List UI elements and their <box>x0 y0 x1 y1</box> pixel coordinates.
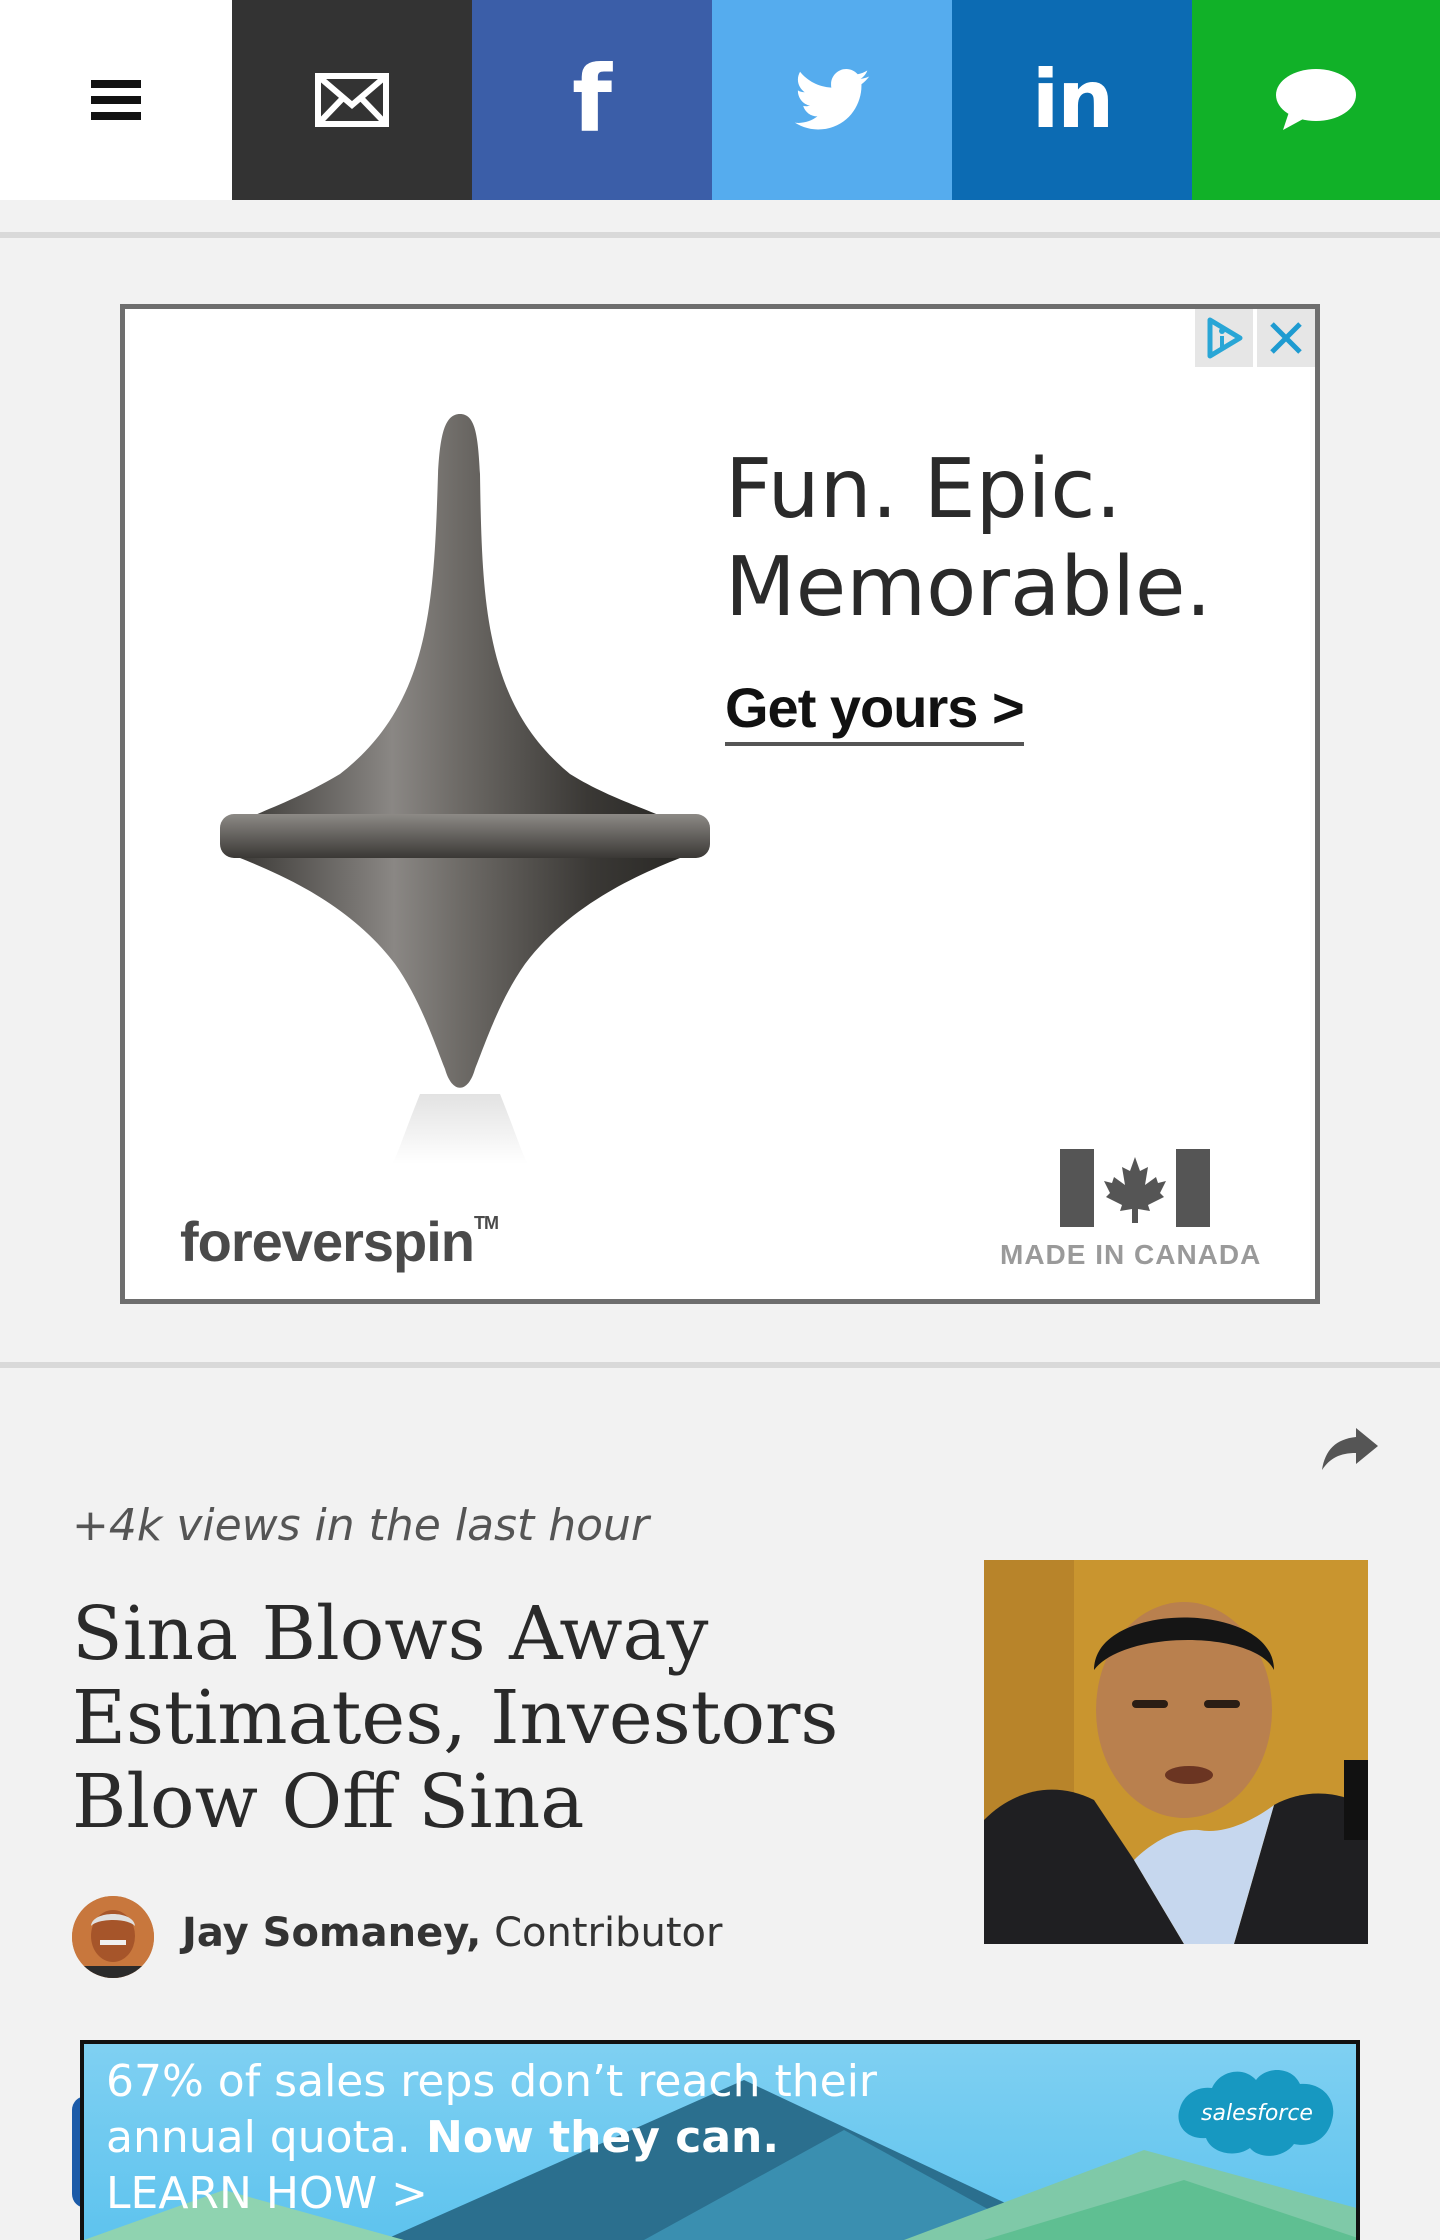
made-in-canada-label: MADE IN CANADA <box>1000 1239 1262 1270</box>
ad-cta-link[interactable]: Get yours > <box>725 675 1025 746</box>
bottom-ad-line1: 67% of sales reps don’t reach their <box>106 2056 878 2107</box>
byline: Jay Somaney, Contributor <box>182 1910 722 1956</box>
ad-headline-line1: Fun. Epic. <box>725 442 1122 537</box>
views-count: +4k views in the last hour <box>72 1500 649 1551</box>
salesforce-ad[interactable]: 67% of sales reps don’t reach their annu… <box>80 2040 1360 2240</box>
share-email-button[interactable] <box>232 0 472 200</box>
divider <box>0 1362 1440 1368</box>
ad-brand-text: foreverspin <box>180 1210 475 1273</box>
adchoices-icon <box>1207 317 1243 359</box>
speech-bubble-icon <box>1276 69 1356 130</box>
share-arrow-icon[interactable] <box>1320 1424 1380 1474</box>
bottom-ad-line2b: Now they can. <box>410 2112 780 2163</box>
canada-flag-icon <box>1060 1149 1210 1227</box>
bottom-ad-line2a: annual quota. <box>106 2112 411 2163</box>
article-headline[interactable]: Sina Blows Away Estimates, Investors Blo… <box>72 1592 872 1844</box>
salesforce-logo: salesforce <box>1178 2069 1334 2156</box>
facebook-icon: f <box>571 46 613 153</box>
author-photo <box>72 1896 154 1978</box>
hamburger-icon <box>91 80 141 120</box>
envelope-icon <box>315 73 389 127</box>
ad-headline: Fun. Epic. Memorable. <box>725 441 1285 637</box>
twitter-bird-icon <box>794 69 870 130</box>
spinning-top-image <box>220 414 710 1164</box>
share-linkedin-button[interactable]: in <box>952 0 1192 200</box>
close-icon <box>1270 322 1302 354</box>
ad-brand-tm: TM <box>474 1213 499 1233</box>
author-name[interactable]: Jay Somaney, <box>182 1910 481 1956</box>
bottom-ad-copy: 67% of sales reps don’t reach their annu… <box>106 2054 877 2222</box>
adchoices-button[interactable] <box>1195 309 1253 367</box>
author-avatar[interactable] <box>72 1896 154 1978</box>
article-thumbnail[interactable] <box>984 1560 1368 1944</box>
bottom-ad-line2: annual quota. Now they can. <box>106 2110 877 2166</box>
foreverspin-ad[interactable]: Fun. Epic. Memorable. Get yours > foreve… <box>120 304 1320 1304</box>
share-twitter-button[interactable] <box>712 0 952 200</box>
linkedin-icon: in <box>1031 53 1114 146</box>
share-bar: f in <box>0 0 1440 200</box>
author-role: Contributor <box>481 1910 723 1956</box>
share-facebook-button[interactable]: f <box>472 0 712 200</box>
salesforce-logo-text: salesforce <box>1201 2101 1313 2126</box>
ad-headline-line2: Memorable. <box>725 540 1212 635</box>
ad-brand-logo: foreverspinTM <box>180 1209 499 1274</box>
menu-button[interactable] <box>0 0 232 200</box>
share-sms-button[interactable] <box>1192 0 1440 200</box>
bottom-ad-cta[interactable]: LEARN HOW > <box>106 2166 877 2222</box>
article-photo <box>984 1560 1368 1944</box>
divider <box>0 232 1440 238</box>
ad-close-button[interactable] <box>1257 309 1315 367</box>
